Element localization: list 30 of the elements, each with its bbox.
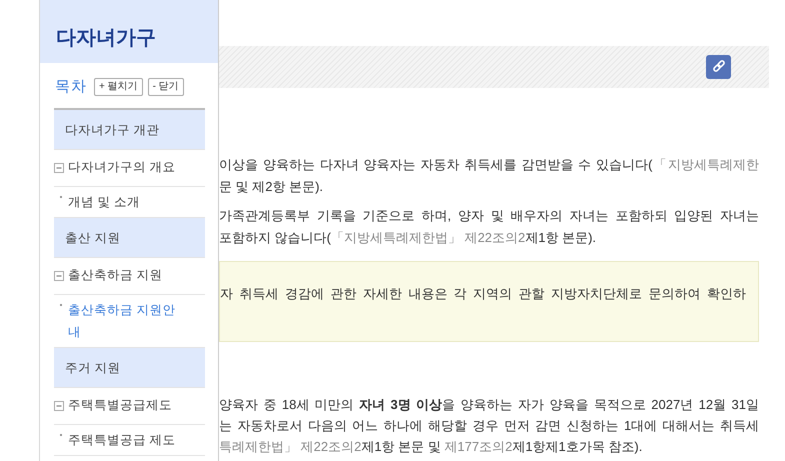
paragraph-line: 양육자 중 18세 미만의 자녀 3명 이상을 양육하는 자가 양육을 목적으로 2027년 12월 31일 [219,396,759,414]
toc-subitem[interactable]: 개념 및 소개 [68,190,186,212]
toc-section-header[interactable]: 출산 지원 [54,218,205,258]
paragraph-line: 특례제한법」 제22조의2제1항 본문 및 제177조의2제1항제1호가목 참조). [219,438,644,456]
toc-button[interactable]: - 닫기 [148,78,184,96]
toc-section-header[interactable]: 다자녀가구 개관 [54,110,205,150]
paragraph-line: 이상을 양육하는 다자녀 양육자는 자동차 취득세를 감면받을 수 있습니다(「지방세특례제한 [219,156,759,174]
toc-section-header[interactable]: 주거 지원 [54,348,205,388]
toc-button[interactable]: + 펼치기 [94,78,143,96]
toc-item[interactable]: 다자녀가구의 개요 [68,158,176,177]
toc-subitem[interactable]: 출산축하금 지원안내 [68,298,186,342]
collapse-icon[interactable] [54,162,64,172]
link-icon [712,60,726,74]
paragraph-line: 포함하지 않습니다(「지방세특례제한법」 제22조의2제1항 본문). [219,229,598,247]
law-link[interactable]: 「지방세특례제한법」 제22조의2 [330,230,526,245]
sidebar-title: 다자녀가구 [56,26,157,50]
collapse-icon[interactable] [54,400,64,410]
law-link[interactable]: 제177조의2 [444,439,512,454]
law-link[interactable]: 「지방세특례제한 [652,157,759,172]
collapse-icon[interactable] [54,270,64,280]
paragraph-line: 문 및 제2항 본문). [219,178,324,196]
note-text: 자 취득세 경감에 관한 자세한 내용은 각 지역의 관할 지방자치단체로 문의하여 확인하 [220,285,746,303]
law-link[interactable]: 특례제한법」 제22조의2 [219,439,362,454]
toc-item[interactable]: 주택특별공급제도 [68,396,172,415]
toc-item[interactable]: 출산축하금 지원 [68,266,162,285]
paragraph-line: 가족관계등록부 기록을 기준으로 하며, 양자 및 배우자의 자녀는 포함하되 입양된 자녀는 [219,207,759,225]
paragraph-line: 는 자동차로서 다음의 어느 하나에 해당할 경우 먼저 감면 신청하는 1대에 대해서는 취득세 [219,417,759,435]
toc-label: 목차 [55,77,87,97]
link-button[interactable] [706,55,731,79]
toc-subitem[interactable]: 주택특별공급 제도 [68,428,186,450]
